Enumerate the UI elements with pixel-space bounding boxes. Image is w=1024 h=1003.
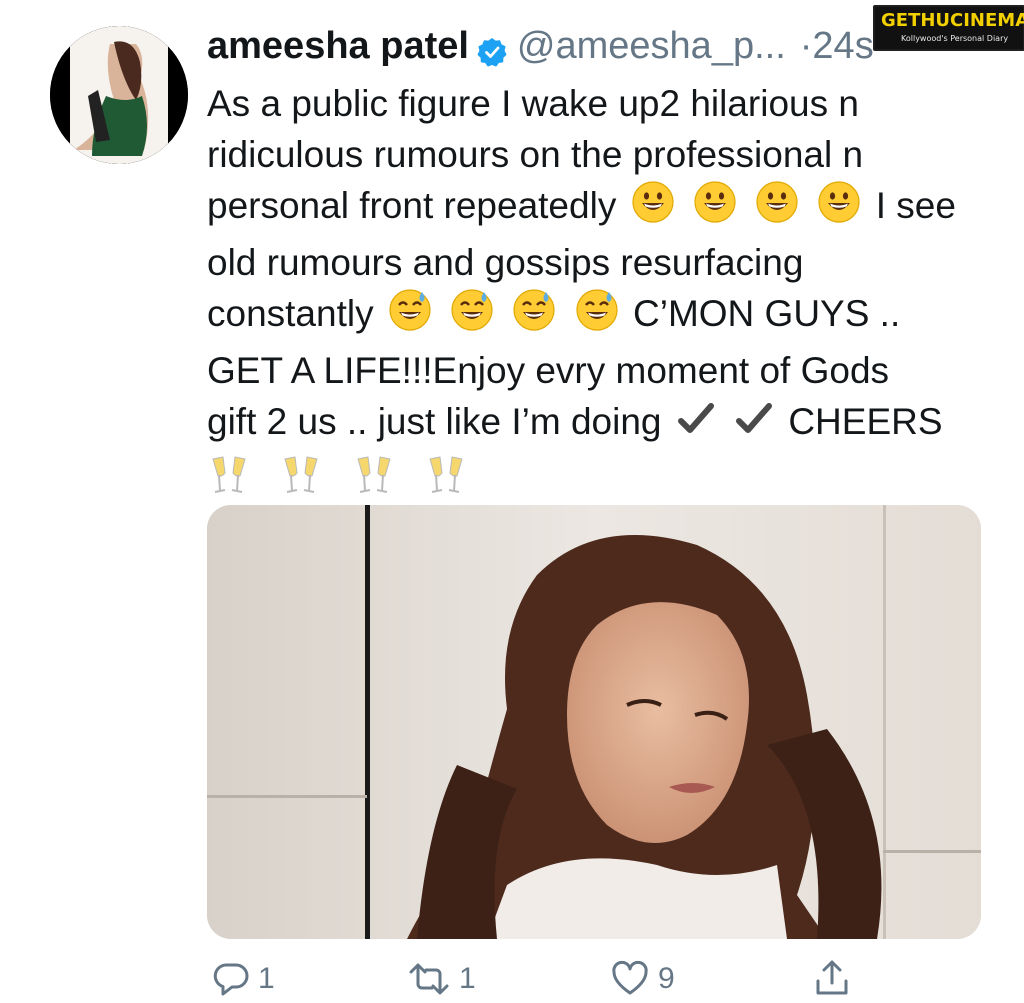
tweet-line-with-emoji: constantly C’MON GUYS ..: [207, 288, 1007, 345]
watermark-logo-text: GETHUCINEMA: [881, 10, 1024, 31]
share-icon: [816, 960, 848, 995]
clinking-glasses-emoji: [279, 453, 323, 510]
tweet-header: ameesha patel @ameesha_p... · 24s: [207, 22, 874, 70]
reply-icon: [213, 963, 249, 996]
clinking-glasses-emoji: [424, 453, 468, 510]
heart-icon: [612, 960, 648, 995]
grinning-face-emoji: [693, 180, 737, 237]
like-button[interactable]: 9: [610, 955, 675, 1003]
tweet-line: As a public figure I wake up2 hilarious …: [207, 83, 859, 124]
clinking-glasses-emoji: [352, 453, 396, 510]
grinning-face-emoji: [817, 180, 861, 237]
author-name[interactable]: ameesha patel: [207, 22, 469, 70]
watermark-tagline: Kollywood's Personal Diary: [901, 34, 1009, 43]
tweet-line: personal front repeatedly: [207, 185, 617, 226]
grinning-sweat-emoji: [512, 288, 556, 345]
retweet-count: 1: [459, 962, 476, 995]
gethucinema-watermark: GETHUCINEMA Kollywood's Personal Diary: [873, 5, 1024, 51]
reply-button[interactable]: 1: [212, 955, 275, 1003]
grinning-face-emoji: [631, 180, 675, 237]
share-button[interactable]: [812, 955, 852, 1003]
tweet-line-with-emoji: gift 2 us .. just like I’m doing CHEERS: [207, 396, 1007, 453]
tweet-line: gift 2 us .. just like I’m doing: [207, 401, 662, 442]
tweet-line-emoji-only: [203, 453, 1007, 510]
grinning-face-emoji: [755, 180, 799, 237]
tweet-action-bar: 1 1 9: [0, 955, 1024, 1003]
check-mark-emoji: [676, 400, 716, 453]
check-mark-emoji: [734, 400, 774, 453]
verified-badge-icon: [477, 31, 507, 67]
grinning-sweat-emoji: [575, 288, 619, 345]
grinning-sweat-emoji: [450, 288, 494, 345]
tweet-line-with-emoji: personal front repeatedly I see: [207, 180, 1007, 237]
retweet-button[interactable]: 1: [407, 955, 476, 1003]
like-count: 9: [658, 962, 675, 995]
tweet-line: old rumours and gossips resurfacing: [207, 242, 804, 283]
time-separator: ·: [799, 25, 813, 67]
clinking-glasses-emoji: [207, 453, 251, 510]
tweet-line: GET A LIFE!!!Enjoy evry moment of Gods: [207, 350, 890, 391]
avatar[interactable]: [50, 26, 188, 164]
grinning-sweat-emoji: [388, 288, 432, 345]
retweet-icon: [409, 963, 449, 995]
author-handle[interactable]: @ameesha_p...: [517, 22, 786, 70]
tweet-timestamp[interactable]: 24s: [812, 22, 873, 70]
tweet-line: CHEERS: [788, 401, 943, 442]
reply-count: 1: [258, 962, 275, 995]
tweet-text: As a public figure I wake up2 hilarious …: [207, 78, 1007, 510]
tweet-line: ridiculous rumours on the professional n: [207, 134, 864, 175]
tweet-line: constantly: [207, 293, 374, 334]
tweet-line: I see: [875, 185, 956, 226]
tweet-line: C’MON GUYS ..: [633, 293, 901, 334]
tweet-photo[interactable]: [207, 505, 981, 939]
